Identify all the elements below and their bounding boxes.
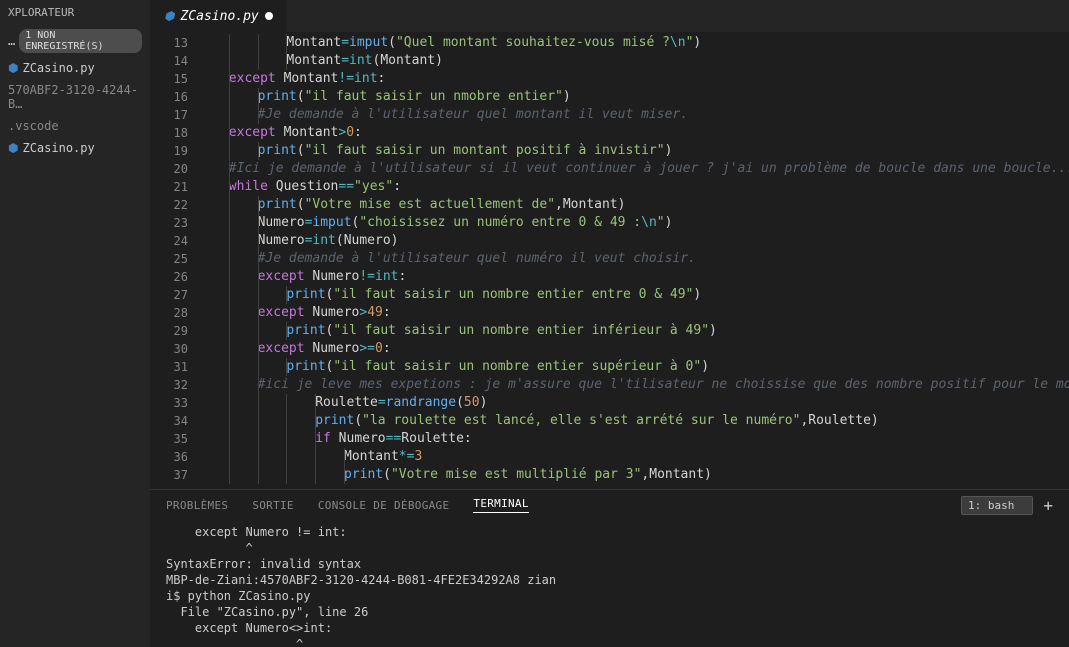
terminal-selector[interactable]: 1: bash xyxy=(961,496,1033,515)
panel-tab-terminal[interactable]: TERMINAL xyxy=(473,497,528,513)
code-line[interactable]: Roulette=randrange(50) xyxy=(200,394,1069,412)
python-icon: ⬢ xyxy=(8,141,18,155)
code-line[interactable]: print("la roulette est lancé, elle s'est… xyxy=(200,412,1069,430)
code-line[interactable]: if Numero==Roulette: xyxy=(200,430,1069,448)
sidebar-item-3[interactable]: ⬢ ZCasino.py xyxy=(0,137,150,159)
code-line[interactable]: print("il faut saisir un nombre entier i… xyxy=(200,322,1069,340)
open-editors-header[interactable]: … 1 NON ENREGISTRÉ(S) xyxy=(0,25,150,57)
panel-tab-sortie[interactable]: SORTIE xyxy=(252,499,294,512)
sidebar-item-label: ZCasino.py xyxy=(22,141,94,155)
code-line[interactable]: #Ici je demande à l'utilisateur si il ve… xyxy=(200,160,1069,178)
code-line[interactable]: print("Votre mise est actuellement de",M… xyxy=(200,196,1069,214)
sidebar-item-label: 570ABF2-3120-4244-B… xyxy=(8,83,142,111)
bottom-panel: PROBLÈMES SORTIE CONSOLE DE DÉBOGAGE TERMIN… xyxy=(150,489,1069,647)
python-icon: ⬢ xyxy=(8,61,18,75)
code-line[interactable]: print("il faut saisir un nmobre entier") xyxy=(200,88,1069,106)
code-line[interactable]: except Montant!=int: xyxy=(200,70,1069,88)
code-line[interactable]: #Je demande à l'utilisateur quel numéro … xyxy=(200,250,1069,268)
code-line[interactable]: #ici je leve mes expetions : je m'assure… xyxy=(200,376,1069,394)
python-icon: ⬢ xyxy=(164,9,174,23)
sidebar-item-label: .vscode xyxy=(8,119,59,133)
code-line[interactable]: Montant=int(Montant) xyxy=(200,52,1069,70)
code-line[interactable]: print("il faut saisir un montant positif… xyxy=(200,142,1069,160)
code-editor[interactable]: 1314151617181920212223242526272829303132… xyxy=(150,32,1069,489)
code-line[interactable]: Montant*=3 xyxy=(200,448,1069,466)
code-line[interactable]: except Numero!=int: xyxy=(200,268,1069,286)
sidebar-item-2[interactable]: .vscode xyxy=(0,115,150,137)
new-terminal-button[interactable]: + xyxy=(1043,496,1053,515)
code-line[interactable]: Montant=imput("Quel montant souhaitez-vo… xyxy=(200,34,1069,52)
panel-tab-console-de-débogage[interactable]: CONSOLE DE DÉBOGAGE xyxy=(318,499,450,512)
sidebar-item-1[interactable]: 570ABF2-3120-4244-B… xyxy=(0,79,150,115)
code-line[interactable]: while Question=="yes": xyxy=(200,178,1069,196)
code-area[interactable]: Montant=imput("Quel montant souhaitez-vo… xyxy=(200,32,1069,489)
code-line[interactable]: except Numero>49: xyxy=(200,304,1069,322)
code-line[interactable]: except Montant>0: xyxy=(200,124,1069,142)
tab-zcasino[interactable]: ⬢ ZCasino.py xyxy=(150,0,287,32)
modified-dot-icon xyxy=(265,12,273,20)
explorer-title: XPLORATEUR xyxy=(0,0,150,25)
code-line[interactable]: print("il faut saisir un nombre entier e… xyxy=(200,286,1069,304)
code-line[interactable]: print("Votre mise est multiplié par 3",M… xyxy=(200,466,1069,484)
panel-tabs: PROBLÈMES SORTIE CONSOLE DE DÉBOGAGE TERMIN… xyxy=(150,490,1069,520)
code-line[interactable]: Numero=imput("choisissez un numéro entre… xyxy=(200,214,1069,232)
code-line[interactable]: except Numero>=0: xyxy=(200,340,1069,358)
line-gutter: 1314151617181920212223242526272829303132… xyxy=(150,32,200,489)
explorer-sidebar: XPLORATEUR … 1 NON ENREGISTRÉ(S) ⬢ ZCasin… xyxy=(0,0,150,647)
panel-tab-problèmes[interactable]: PROBLÈMES xyxy=(166,499,228,512)
unsaved-badge: 1 NON ENREGISTRÉ(S) xyxy=(19,29,142,53)
terminal-output[interactable]: except Numero != int: ^ SyntaxError: inv… xyxy=(150,520,1069,647)
sidebar-item-label: ZCasino.py xyxy=(22,61,94,75)
code-line[interactable]: #Je demande à l'utilisateur quel montant… xyxy=(200,106,1069,124)
code-line[interactable]: Numero=int(Numero) xyxy=(200,232,1069,250)
editor-tabs: ⬢ ZCasino.py xyxy=(150,0,1069,32)
code-line[interactable]: print("il faut saisir un nombre entier s… xyxy=(200,358,1069,376)
sidebar-item-0[interactable]: ⬢ ZCasino.py xyxy=(0,57,150,79)
